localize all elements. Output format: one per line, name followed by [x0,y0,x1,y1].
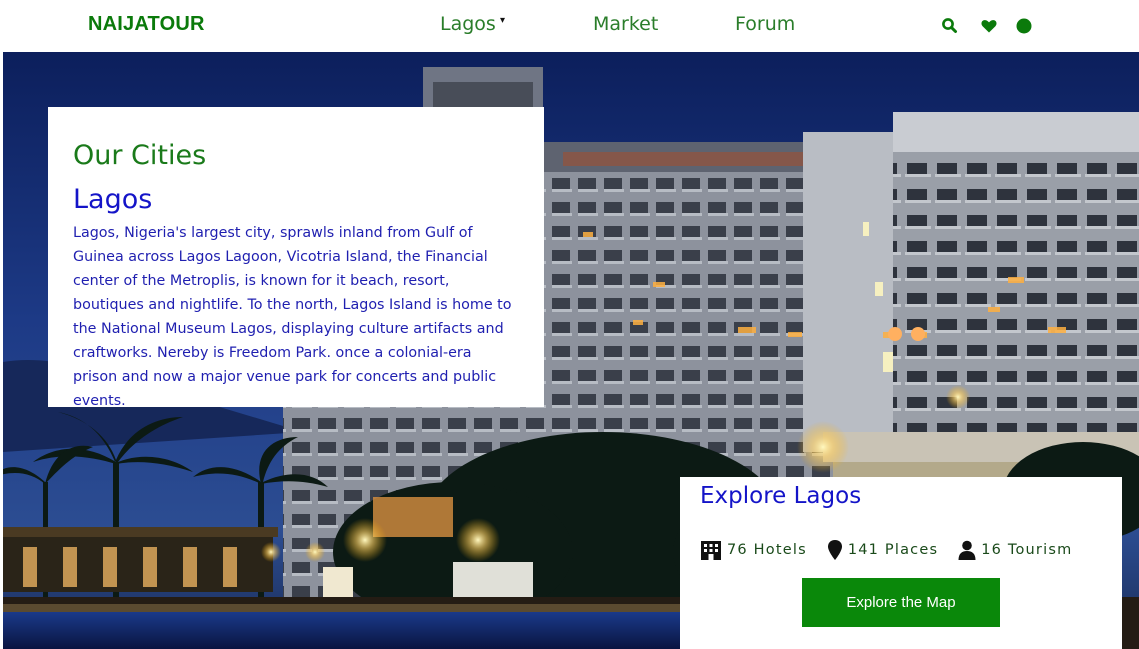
explore-map-button[interactable]: Explore the Map [802,578,1000,627]
stat-hotels: 76 Hotels [700,540,807,560]
city-info-card: Our Cities Lagos Lagos, Nigeria's larges… [48,107,544,409]
stat-hotels-text: 76 Hotels [727,542,807,558]
nav-link-forum[interactable]: Forum [735,13,795,35]
hotel-icon [701,541,721,560]
heart-icon[interactable] [980,17,998,35]
chevron-down-icon[interactable]: ▾ [500,15,505,26]
top-navbar: NAIJATOUR Lagos ▾ Market Forum [0,0,1139,52]
explore-panel: Explore Lagos 76 Hotels 141 Places 16 To… [680,477,1122,649]
user-icon [958,540,976,560]
explore-title: Explore Lagos [700,483,862,509]
stat-places-text: 141 Places [847,542,939,558]
stats-row: 76 Hotels 141 Places 16 Tourism [700,539,1092,561]
stat-places: 141 Places [827,539,938,561]
user-icon[interactable] [1015,17,1033,35]
nav-link-market[interactable]: Market [593,13,658,35]
brand-logo[interactable]: NAIJATOUR [88,13,205,36]
section-heading: Our Cities [73,140,207,171]
nav-link-lagos[interactable]: Lagos [440,13,496,35]
city-name: Lagos [73,184,153,215]
stat-tourism: 16 Tourism [958,540,1072,560]
city-description: Lagos, Nigeria's largest city, sprawls i… [73,225,512,409]
map-marker-icon [827,540,842,560]
search-icon[interactable] [941,17,959,35]
stat-tourism-text: 16 Tourism [981,542,1073,558]
